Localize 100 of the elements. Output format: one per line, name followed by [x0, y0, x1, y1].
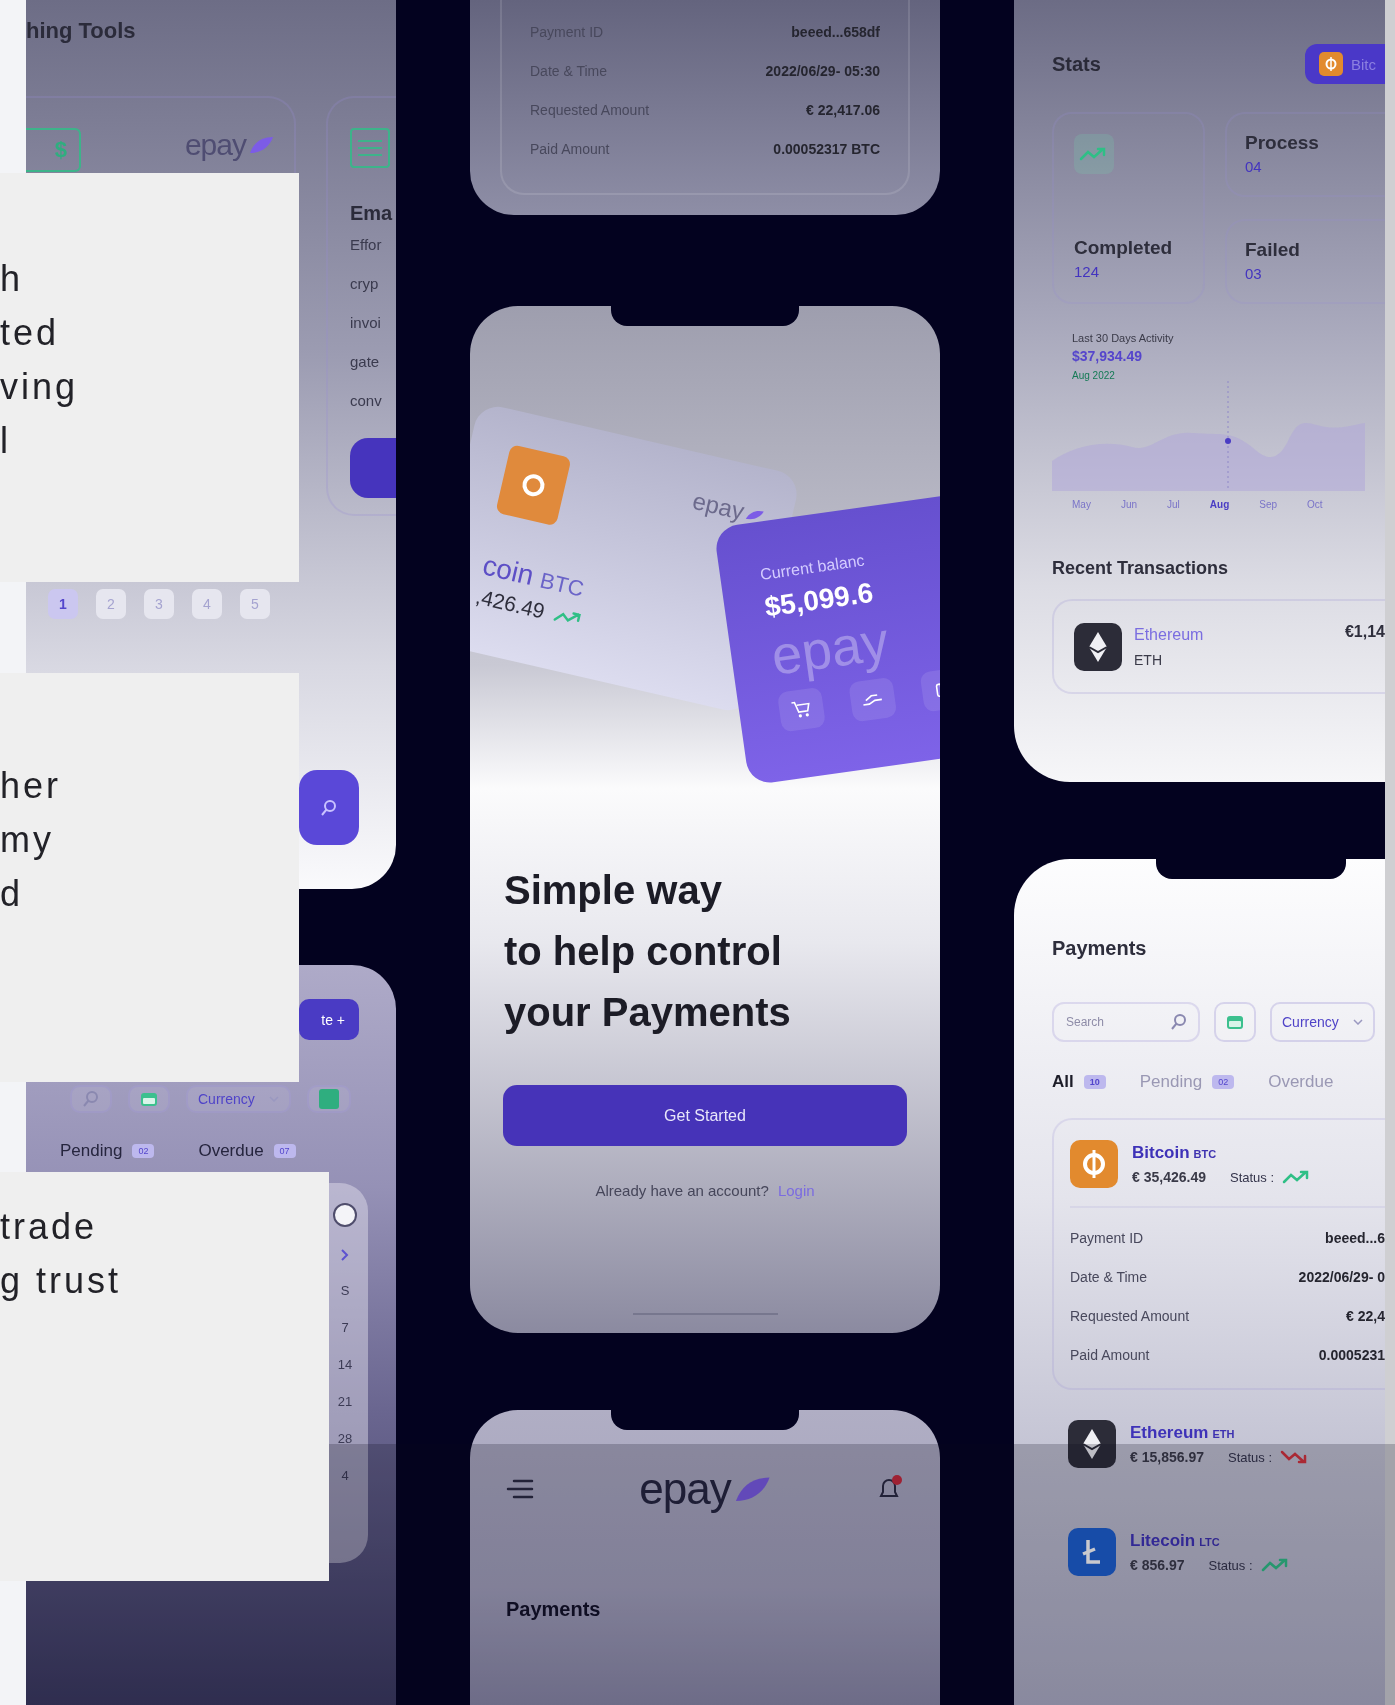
month-label: Jun [1120, 499, 1138, 510]
logo-text: epay [639, 1464, 731, 1514]
detail-value: 0.0005231 [1318, 1346, 1385, 1363]
detail-label: Requested Amount [1070, 1307, 1190, 1324]
quote-text: her my d [0, 764, 63, 916]
detail-value: beeed...658df [791, 23, 880, 40]
detail-value: 2022/06/29- 05:30 [765, 62, 880, 79]
currency-dropdown[interactable]: Currency [186, 1085, 291, 1113]
calendar-day[interactable]: 4 [341, 1468, 349, 1483]
card-text: conv [350, 391, 383, 411]
coin-icon [1070, 1140, 1118, 1188]
count-badge: 07 [273, 1144, 296, 1158]
spreadsheet-icon [318, 1089, 339, 1109]
menu-icon[interactable] [506, 1479, 534, 1499]
payment-card[interactable]: Bitcoin BTC € 35,426.49 Status : Payment ID beeed...6 Date & Time 2022/06/29- 0 Requested Amount € 22,4 Paid Amount 0.0005231 [1052, 1118, 1385, 1390]
coin-selector-button[interactable]: Bitc [1305, 44, 1385, 84]
status-label: Status : [1227, 1449, 1273, 1465]
payment-amount: € 35,426.49 [1132, 1169, 1206, 1185]
stat-label: Failed [1245, 239, 1301, 261]
detail-value: beeed...6 [1325, 1229, 1385, 1246]
detail-value: € 22,417.06 [806, 101, 880, 118]
logo-text: epay [689, 486, 747, 526]
stat-value: 04 [1245, 158, 1263, 175]
coin-symbol: ETH [1134, 651, 1163, 668]
search-icon [82, 1090, 100, 1108]
section-title: Recent Transactions [1052, 558, 1230, 579]
search-icon [1170, 1013, 1188, 1031]
payment-amount: € 856.97 [1130, 1557, 1185, 1573]
detail-label: Paid Amount [530, 140, 610, 157]
transaction-card[interactable]: Ethereum ETH €1,14 [1052, 599, 1385, 694]
coin-name: Bitcoin BTC [1132, 1143, 1218, 1163]
document-icon [350, 128, 390, 168]
coin-name: Litecoin LTC [1130, 1531, 1221, 1551]
transaction-amount: €1,14 [1344, 623, 1385, 641]
get-started-button[interactable]: Get Started [503, 1085, 907, 1146]
month-label: May [1072, 499, 1091, 510]
card-text: Effor [350, 235, 383, 255]
stat-label: Completed [1074, 237, 1174, 259]
month-label: Aug [1209, 499, 1230, 510]
page-button[interactable]: 1 [48, 589, 78, 619]
calendar-icon [140, 1090, 158, 1108]
screen-title: Stats [1052, 52, 1101, 76]
card-text: invoi [350, 313, 382, 333]
search-button[interactable] [299, 770, 359, 845]
detail-value: 0.00052317 BTC [773, 140, 880, 157]
calendar-icon [1226, 1013, 1244, 1031]
coin-icon [1319, 52, 1343, 76]
filter-tab[interactable]: Overdue 07 [198, 1141, 296, 1161]
calendar-button[interactable] [128, 1085, 170, 1113]
calendar-button[interactable] [1214, 1002, 1256, 1042]
detail-label: Date & Time [1070, 1268, 1148, 1285]
count-badge: 10 [1083, 1075, 1106, 1089]
screen-title: Payments [1052, 937, 1148, 960]
leaf-icon [248, 135, 274, 155]
prompt-text: Already have an account? [595, 1182, 769, 1199]
coin-name: Ethereum [1134, 625, 1204, 644]
filter-tab[interactable]: Pending 02 [1139, 1072, 1235, 1092]
stat-label: Process [1245, 132, 1320, 154]
month-label: Jul [1167, 499, 1180, 510]
quote-text: h ted ving l [0, 257, 80, 463]
calendar-day[interactable]: 28 [337, 1431, 353, 1446]
screen-title: Payments [505, 1598, 602, 1621]
count-badge: 02 [1212, 1075, 1235, 1089]
headline: Simple way to help control your Payments [503, 867, 792, 1036]
count-badge: 02 [132, 1144, 155, 1158]
card-text: cryp [350, 274, 380, 294]
month-label: Oct [1307, 499, 1323, 510]
chevron-right-icon[interactable] [341, 1249, 349, 1261]
coin-name: Ethereum ETH [1130, 1423, 1236, 1443]
filter-tab[interactable]: All 10 [1052, 1072, 1106, 1092]
card-title: Ema [350, 202, 394, 225]
detail-label: Payment ID [1070, 1229, 1144, 1246]
detail-value: 2022/06/29- 0 [1298, 1268, 1385, 1285]
calendar-day[interactable]: 7 [341, 1320, 349, 1335]
section-title: hing Tools [26, 18, 137, 44]
create-button[interactable]: te + [299, 999, 359, 1040]
card-text: gate [350, 352, 381, 372]
payment-amount: € 15,856.97 [1130, 1449, 1204, 1465]
chart-label: Last 30 Days Activity [1072, 332, 1175, 344]
quote-text: trade g trust [0, 1205, 123, 1303]
calendar-day[interactable]: 21 [337, 1394, 353, 1409]
detail-label: Paid Amount [1070, 1346, 1150, 1363]
balance-label: Current balanc [759, 550, 867, 583]
coin-icon [1068, 1528, 1116, 1576]
detail-value: € 22,4 [1346, 1307, 1385, 1324]
chart-period: Aug 2022 [1072, 370, 1116, 381]
search-field[interactable] [70, 1085, 112, 1113]
stat-value: 124 [1074, 263, 1101, 280]
calendar-day[interactable]: 14 [337, 1357, 353, 1372]
caret-icon [1352, 1019, 1363, 1025]
chart-amount: $37,934.49 [1072, 348, 1144, 364]
filter-tab[interactable]: Overdue [1268, 1072, 1334, 1092]
search-icon [320, 798, 338, 817]
circle-icon [333, 1203, 357, 1227]
calendar-day[interactable]: S [340, 1283, 350, 1298]
currency-dropdown[interactable]: Currency [1270, 1002, 1375, 1042]
status-label: Status : [1208, 1557, 1253, 1573]
status-label: Status : [1229, 1169, 1275, 1185]
filter-tab[interactable]: Pending 02 [60, 1141, 155, 1161]
month-label: Sep [1259, 499, 1278, 510]
